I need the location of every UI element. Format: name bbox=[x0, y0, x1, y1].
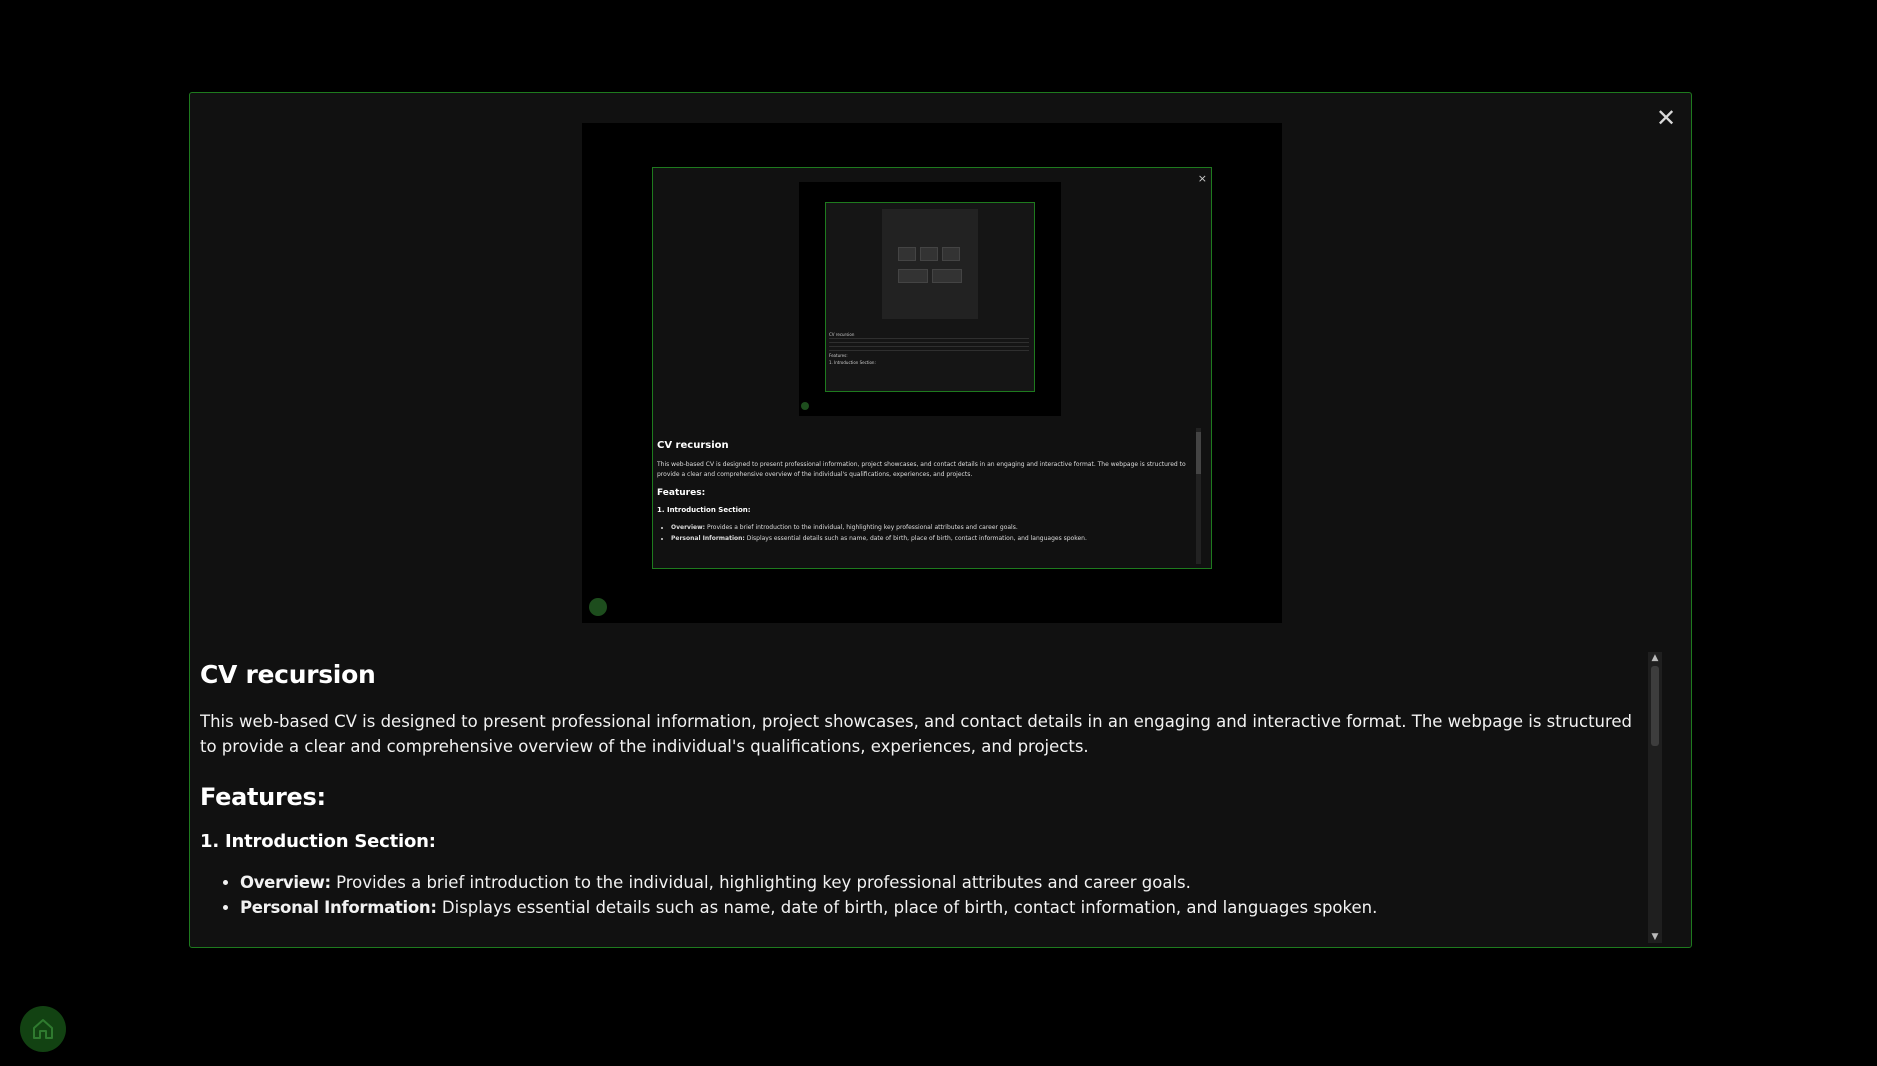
preview-nested-text: CV recursion Features: 1. Introduction S… bbox=[829, 331, 1029, 366]
preview-home-icon bbox=[589, 598, 607, 616]
list-item-text: Displays essential details such as name,… bbox=[436, 898, 1378, 917]
preview-nested-features: Features: bbox=[829, 353, 848, 358]
list-item-label: Personal Information: bbox=[240, 898, 437, 917]
feature-list: Overview: Provides a brief introduction … bbox=[200, 870, 1650, 920]
home-button[interactable] bbox=[20, 1006, 66, 1052]
list-item: Personal Information: Displays essential… bbox=[240, 895, 1650, 920]
preview-section-heading: 1. Introduction Section: bbox=[657, 506, 751, 514]
preview-inner-text: CV recursion This web-based CV is design… bbox=[657, 440, 1192, 565]
content-scrollbar[interactable]: ▲ ▼ bbox=[1648, 652, 1662, 943]
preview-list: Overview: Provides a brief introduction … bbox=[657, 522, 1192, 544]
features-heading: Features: bbox=[200, 783, 326, 811]
preview-close-icon: × bbox=[1197, 172, 1207, 185]
scroll-up-arrow[interactable]: ▲ bbox=[1648, 652, 1662, 664]
list-item-text: Provides a brief introduction to the ind… bbox=[330, 873, 1191, 892]
preview-chip bbox=[898, 247, 916, 261]
home-icon bbox=[33, 1019, 53, 1039]
preview-chip bbox=[942, 247, 960, 261]
preview-scrollbar bbox=[1196, 428, 1201, 564]
list-item: Overview: Provides a brief introduction … bbox=[240, 870, 1650, 895]
preview-list-item: Overview: Provides a brief introduction … bbox=[671, 522, 1192, 533]
preview-nested-screen bbox=[882, 209, 978, 319]
list-item-label: Overview: bbox=[240, 873, 331, 892]
preview-nested-paragraph bbox=[829, 338, 1029, 352]
preview-nested-title: CV recursion bbox=[829, 332, 855, 337]
project-modal: ✕ × CV recursion Features: 1. Introducti… bbox=[189, 92, 1692, 948]
preview-chip bbox=[898, 269, 928, 283]
scroll-down-arrow[interactable]: ▼ bbox=[1648, 931, 1662, 943]
project-description: CV recursion This web-based CV is design… bbox=[200, 648, 1650, 940]
scrollbar-thumb[interactable] bbox=[1651, 666, 1659, 746]
preview-features-heading: Features: bbox=[657, 488, 706, 498]
preview-nested-image: CV recursion Features: 1. Introduction S… bbox=[799, 182, 1061, 416]
preview-nested-section: 1. Introduction Section: bbox=[829, 360, 876, 365]
project-description-text: This web-based CV is designed to present… bbox=[200, 712, 1633, 756]
preview-list-item: Personal Information: Displays essential… bbox=[671, 533, 1192, 544]
close-button[interactable]: ✕ bbox=[1651, 103, 1681, 133]
preview-description: This web-based CV is designed to present… bbox=[657, 461, 1186, 478]
preview-chip bbox=[932, 269, 962, 283]
project-title: CV recursion bbox=[200, 660, 376, 689]
preview-title: CV recursion bbox=[657, 440, 729, 451]
section-heading: 1. Introduction Section: bbox=[200, 831, 436, 852]
preview-chip bbox=[920, 247, 938, 261]
preview-inner-modal: × CV recursion Features: 1. Introduction… bbox=[652, 167, 1212, 569]
preview-nested-home-icon bbox=[801, 402, 809, 410]
preview-nested-modal: CV recursion Features: 1. Introduction S… bbox=[825, 202, 1035, 392]
project-preview-image: × CV recursion Features: 1. Introduction… bbox=[582, 123, 1282, 623]
